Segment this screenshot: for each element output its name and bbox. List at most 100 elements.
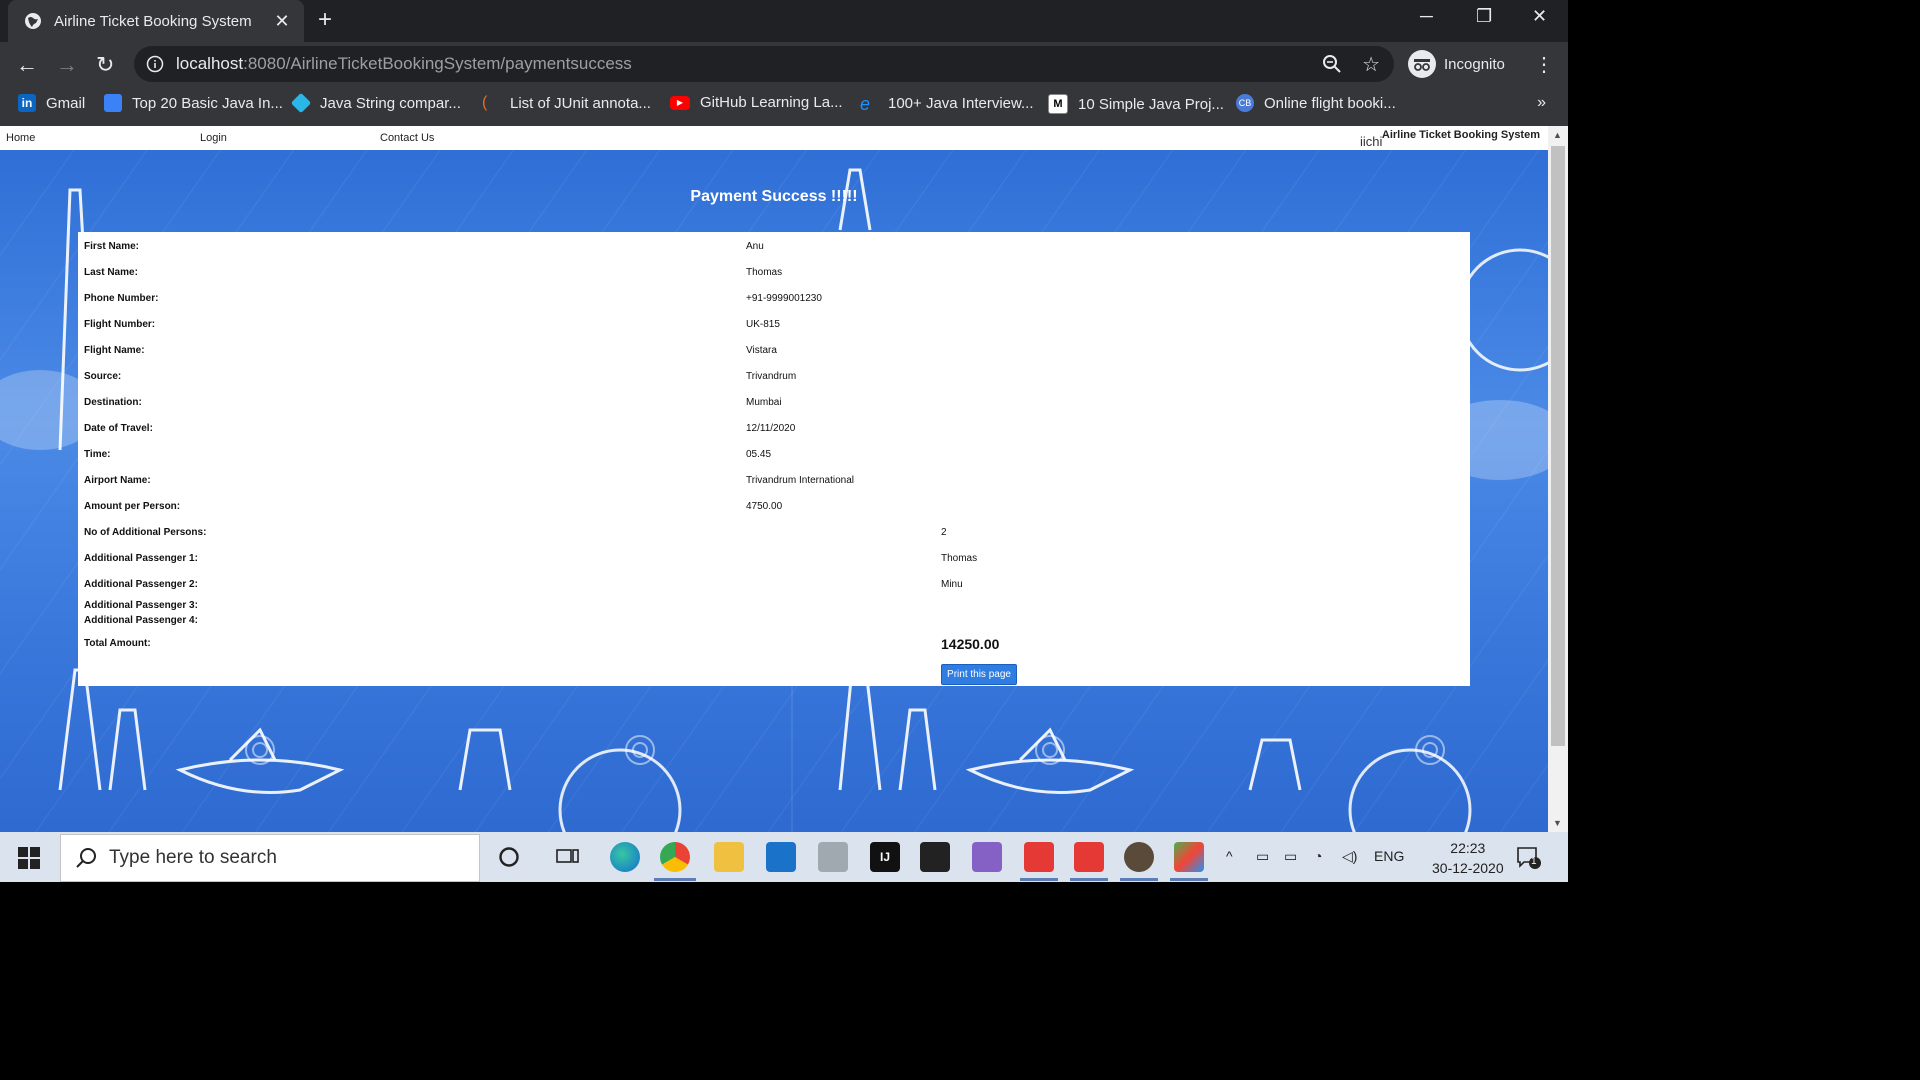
extra-value: Minu [941, 579, 963, 590]
detail-label: Time: [84, 449, 111, 460]
detail-value: +91-9999001230 [746, 293, 822, 304]
detail-label: Flight Name: [84, 345, 145, 356]
bookmarks-overflow-icon[interactable]: » [1537, 94, 1546, 112]
browser-toolbar: ← → ↻ localhost:8080/AirlineTicketBookin… [0, 42, 1568, 86]
bookmark-star-icon[interactable]: ☆ [1362, 52, 1380, 77]
clock[interactable]: 22:23 30-12-2020 [1432, 838, 1504, 878]
page-scrollbar[interactable]: ▲ ▼ [1548, 126, 1568, 832]
bookmark-item[interactable]: in Gmail [18, 94, 85, 112]
file-explorer-icon[interactable] [714, 842, 744, 872]
scrollbar-thumb[interactable] [1551, 146, 1565, 746]
detail-value: Mumbai [746, 397, 782, 408]
chrome-active-indicator [654, 878, 696, 881]
chrome-icon[interactable] [660, 842, 690, 872]
total-label: Total Amount: [84, 638, 151, 649]
profile-label: Incognito [1444, 55, 1505, 73]
extra-label: Additional Passenger 4: [84, 615, 198, 626]
clock-time: 22:23 [1450, 840, 1486, 856]
taskbar-search[interactable]: Type here to search [60, 834, 480, 882]
scroll-down-icon[interactable]: ▼ [1553, 818, 1562, 828]
browser-menu-icon[interactable]: ⋮ [1534, 52, 1554, 77]
wifi-icon[interactable]: ◔ [1314, 848, 1322, 864]
nav-contact-link[interactable]: Contact Us [380, 132, 434, 144]
edge-browser-icon[interactable] [610, 842, 640, 872]
bookmark-label: 100+ Java Interview... [888, 94, 1034, 112]
total-amount: 14250.00 [941, 636, 1000, 652]
detail-value: 05.45 [746, 449, 772, 460]
youtube-icon: ▶ [670, 95, 690, 110]
git-app-icon[interactable] [1024, 842, 1054, 872]
app-active-indicator [1020, 878, 1058, 881]
print-button[interactable]: Print this page [941, 664, 1017, 685]
detail-value: Anu [746, 241, 764, 252]
task-view-icon[interactable] [556, 846, 580, 868]
bookmark-label: List of JUnit annota... [510, 94, 651, 112]
detail-value: 4750.00 [746, 501, 783, 512]
extra-label: Additional Passenger 3: [84, 600, 198, 611]
forward-icon[interactable]: → [56, 52, 78, 78]
extra-label: No of Additional Persons: [84, 527, 207, 538]
meet-icon[interactable]: ▭ [1256, 848, 1269, 865]
restore-icon[interactable]: ❐ [1476, 6, 1492, 27]
minimize-icon[interactable]: ─ [1420, 6, 1433, 27]
language-indicator[interactable]: ENG [1374, 848, 1404, 864]
tab-active[interactable]: Airline Ticket Booking System ✕ [8, 0, 304, 42]
notification-center-icon[interactable]: 1 [1516, 846, 1542, 875]
incognito-icon [1408, 50, 1436, 78]
sky-background: Payment Success !!!!! First Name: Anu La… [0, 150, 1548, 832]
url-text: localhost:8080/AirlineTicketBookingSyste… [176, 54, 632, 73]
back-icon[interactable]: ← [16, 52, 38, 78]
site-nav: Home Login Contact Us iichi Airline Tick… [0, 126, 1548, 150]
medium-icon: M [1048, 94, 1068, 114]
tools-icon[interactable] [818, 842, 848, 872]
bookmark-item[interactable]: ( List of JUnit annota... [482, 94, 651, 112]
notification-count: 1 [1531, 856, 1537, 867]
bookmark-item[interactable]: M 10 Simple Java Proj... [1048, 94, 1224, 114]
detail-value: Vistara [746, 345, 777, 356]
visual-studio-icon[interactable] [972, 842, 1002, 872]
zoom-icon[interactable] [1322, 54, 1342, 74]
new-tab-icon[interactable]: + [318, 6, 332, 34]
detail-value: Thomas [746, 267, 783, 278]
bookmark-item[interactable]: Top 20 Basic Java In... [104, 94, 283, 112]
nav-home-link[interactable]: Home [6, 132, 35, 144]
reload-icon[interactable]: ↻ [96, 52, 114, 78]
intellij-icon[interactable]: IJ [870, 842, 900, 872]
git-gui-icon[interactable] [1174, 842, 1204, 872]
store-icon[interactable] [920, 842, 950, 872]
detail-value: Trivandrum [746, 371, 797, 382]
tab-close-icon[interactable]: ✕ [274, 11, 290, 32]
scroll-up-icon[interactable]: ▲ [1553, 130, 1562, 140]
detail-value: UK-815 [746, 319, 780, 330]
windows-start-icon[interactable] [18, 847, 40, 869]
battery-icon[interactable]: ▭ [1284, 848, 1297, 865]
address-bar[interactable]: localhost:8080/AirlineTicketBookingSyste… [134, 46, 1394, 82]
nav-login-link[interactable]: Login [200, 132, 227, 144]
git-app-icon-2[interactable] [1074, 842, 1104, 872]
app-badge-icon[interactable] [1124, 842, 1154, 872]
bookmark-item[interactable]: Java String compar... [290, 92, 461, 114]
extra-value: 2 [941, 527, 947, 538]
tray-chevron-icon[interactable]: ^ [1226, 848, 1233, 864]
volume-icon[interactable]: ◁) [1342, 848, 1357, 865]
cortana-icon[interactable] [498, 846, 520, 868]
bookmark-label: Online flight booki... [1264, 94, 1396, 112]
doc-icon [104, 94, 122, 112]
bookmark-label: Java String compar... [320, 94, 461, 112]
incognito-profile-button[interactable]: Incognito [1404, 46, 1522, 82]
page-title: Payment Success !!!!! [690, 188, 858, 205]
bookmark-label: GitHub Learning La... [700, 94, 843, 111]
mail-icon[interactable] [766, 842, 796, 872]
bookmark-item[interactable]: CB Online flight booki... [1236, 94, 1396, 112]
page-viewport: Home Login Contact Us iichi Airline Tick… [0, 126, 1548, 832]
window-close-icon[interactable]: ✕ [1532, 6, 1547, 27]
search-placeholder: Type here to search [109, 847, 277, 868]
diamond-icon [290, 92, 312, 114]
brand-logo: iichi [1360, 134, 1383, 149]
bookmark-item[interactable]: e 100+ Java Interview... [860, 94, 1034, 114]
bookmark-label: 10 Simple Java Proj... [1078, 95, 1224, 113]
bookmark-item[interactable]: ▶ GitHub Learning La... [670, 94, 843, 111]
info-icon[interactable] [146, 55, 164, 73]
linkedin-icon: in [18, 94, 36, 112]
detail-value: Trivandrum International [746, 475, 855, 486]
